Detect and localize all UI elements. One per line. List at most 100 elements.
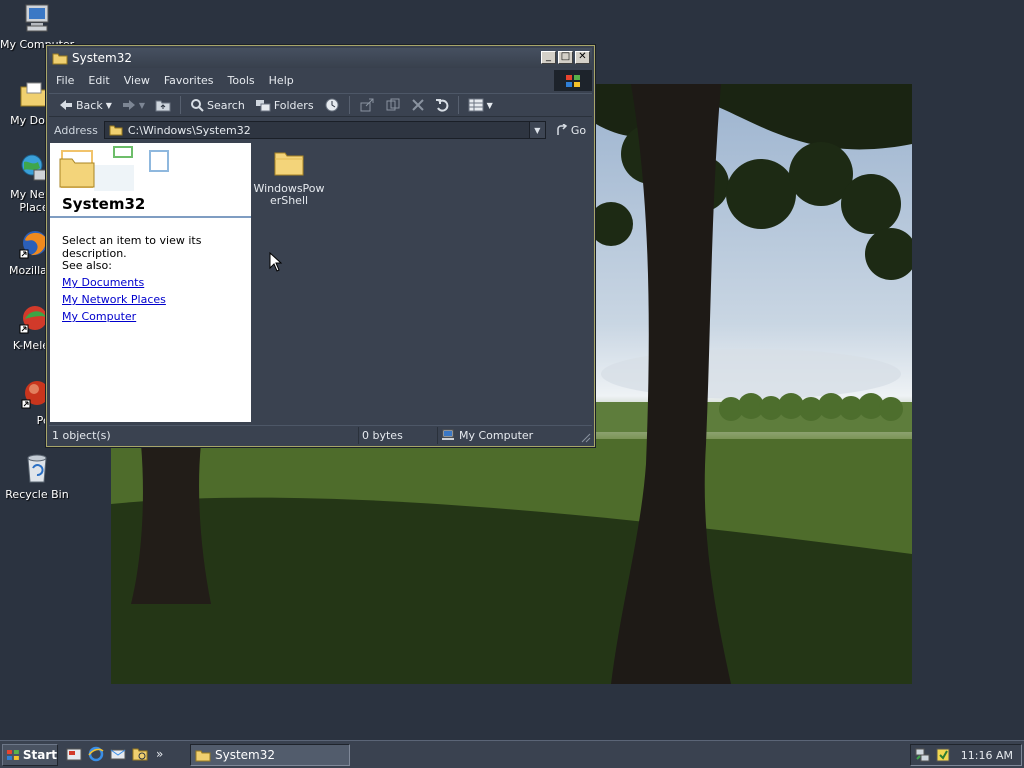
chevron-down-icon[interactable]: ▼ <box>139 101 145 110</box>
folder-icon <box>52 53 68 65</box>
system-tray: 11:16 AM <box>910 744 1022 766</box>
go-button[interactable]: Go <box>552 124 590 137</box>
minimize-button[interactable]: _ <box>541 51 556 64</box>
go-label: Go <box>570 123 587 137</box>
folders-label: Folders <box>273 98 314 112</box>
chevron-down-icon[interactable]: ▼ <box>106 101 112 110</box>
folders-button[interactable]: Folders <box>251 95 318 115</box>
status-size: 0 bytes <box>362 428 403 442</box>
delete-icon <box>411 99 424 111</box>
undo-icon <box>435 99 448 112</box>
history-icon <box>325 98 339 112</box>
status-objects: 1 object(s) <box>52 428 111 442</box>
web-view-pane: System32 Select an item to view its desc… <box>50 143 251 422</box>
toolbar-separator <box>348 96 350 114</box>
chevron-down-icon: ▼ <box>534 125 541 135</box>
chevron-down-icon[interactable]: ▼ <box>487 101 493 110</box>
forward-button[interactable]: ▼ <box>118 95 149 115</box>
folder-banner-icon <box>59 146 169 191</box>
views-button[interactable]: ▼ <box>464 95 497 115</box>
views-icon <box>468 98 484 112</box>
back-label: Back <box>76 98 103 112</box>
status-objects-cell: 1 object(s) <box>49 426 359 444</box>
taskbar-button-system32[interactable]: System32 <box>190 744 350 766</box>
delete-button[interactable] <box>407 95 429 115</box>
undo-button[interactable] <box>431 95 453 115</box>
start-label: Start <box>22 748 57 762</box>
address-input[interactable]: C:\Windows\System32 ▼ <box>103 121 546 139</box>
up-folder-button[interactable] <box>151 95 175 115</box>
desktop-icon-recycle-bin[interactable]: Recycle Bin <box>0 452 74 501</box>
move-to-button[interactable] <box>355 95 379 115</box>
address-dropdown-button[interactable]: ▼ <box>528 122 545 138</box>
resize-grip-icon[interactable] <box>579 431 591 443</box>
address-bar: Address C:\Windows\System32 ▼ Go <box>49 119 592 141</box>
close-button[interactable]: ✕ <box>575 51 590 64</box>
link-my-computer[interactable]: My Computer <box>62 310 136 323</box>
file-item-windowspowershell[interactable]: WindowsPowerShell <box>253 149 325 207</box>
my-computer-icon <box>25 4 49 32</box>
pane-description: Select an item to view its description. <box>62 234 202 260</box>
start-button[interactable]: Start <box>2 744 58 766</box>
toolbar-separator <box>180 96 182 114</box>
link-my-documents[interactable]: My Documents <box>62 276 144 289</box>
menu-bar: File Edit View Favorites Tools Help <box>49 70 592 91</box>
windows-logo-icon <box>554 70 592 91</box>
forward-arrow-icon <box>122 100 135 110</box>
mouse-cursor-icon <box>269 252 283 272</box>
pane-header: System32 <box>50 143 251 218</box>
title-bar[interactable]: System32 _ □ ✕ <box>49 48 592 68</box>
link-my-network-places[interactable]: My Network Places <box>62 293 166 306</box>
status-bar: 1 object(s) 0 bytes My Computer <box>49 425 592 444</box>
desktop-icon-my-computer[interactable]: My Computer <box>0 2 74 51</box>
explorer-folder-icon[interactable] <box>132 746 148 762</box>
history-button[interactable] <box>320 95 344 115</box>
go-arrow-icon <box>557 124 567 135</box>
maximize-button[interactable]: □ <box>558 51 573 64</box>
quick-launch-more-button[interactable]: » <box>156 747 163 761</box>
address-label: Address <box>54 123 98 137</box>
copy-to-icon <box>386 98 400 111</box>
menu-tools[interactable]: Tools <box>221 74 262 87</box>
network-tray-icon[interactable] <box>915 747 931 763</box>
see-also-label: See also: <box>62 259 112 272</box>
tray-app-icon[interactable] <box>935 747 951 763</box>
menu-edit[interactable]: Edit <box>81 74 116 87</box>
up-folder-icon <box>155 100 171 112</box>
outlook-express-icon[interactable] <box>110 746 126 762</box>
menu-favorites[interactable]: Favorites <box>157 74 221 87</box>
my-computer-icon <box>442 429 454 440</box>
clock[interactable]: 11:16 AM <box>961 749 1013 762</box>
internet-explorer-icon[interactable] <box>88 746 104 762</box>
taskbar: Start » System32 11:16 AM <box>0 740 1024 768</box>
menu-view[interactable]: View <box>117 74 157 87</box>
back-arrow-icon <box>60 100 72 110</box>
search-button[interactable]: Search <box>186 95 249 115</box>
toolbar-separator <box>457 96 459 114</box>
recycle-bin-icon <box>27 454 47 483</box>
folder-icon <box>195 750 211 762</box>
copy-to-button[interactable] <box>381 95 405 115</box>
status-zone-cell: My Computer <box>438 427 588 444</box>
move-to-icon <box>360 98 374 112</box>
folder-content[interactable]: System32 Select an item to view its desc… <box>50 143 591 422</box>
file-name: WindowsPowerShell <box>253 182 325 207</box>
status-zone: My Computer <box>459 428 534 442</box>
folders-icon <box>255 100 271 112</box>
menu-file[interactable]: File <box>49 74 81 87</box>
explorer-window[interactable]: System32 _ □ ✕ File Edit View Favorites … <box>46 45 595 447</box>
quick-launch: » <box>66 746 163 762</box>
status-size-cell: 0 bytes <box>359 426 438 444</box>
folder-icon <box>109 125 123 136</box>
windows-logo-icon <box>6 750 19 760</box>
search-icon <box>191 99 204 112</box>
desktop-icon-label: Recycle Bin <box>5 488 69 501</box>
address-value: C:\Windows\System32 <box>127 123 251 137</box>
taskbar-button-label: System32 <box>215 748 276 762</box>
toolbar: Back ▼ ▼ Search Folders ▼ <box>49 93 592 117</box>
window-title: System32 <box>72 51 133 65</box>
menu-help[interactable]: Help <box>262 74 301 87</box>
show-desktop-icon[interactable] <box>66 746 82 762</box>
back-button[interactable]: Back ▼ <box>55 95 116 115</box>
folder-icon <box>274 152 304 176</box>
